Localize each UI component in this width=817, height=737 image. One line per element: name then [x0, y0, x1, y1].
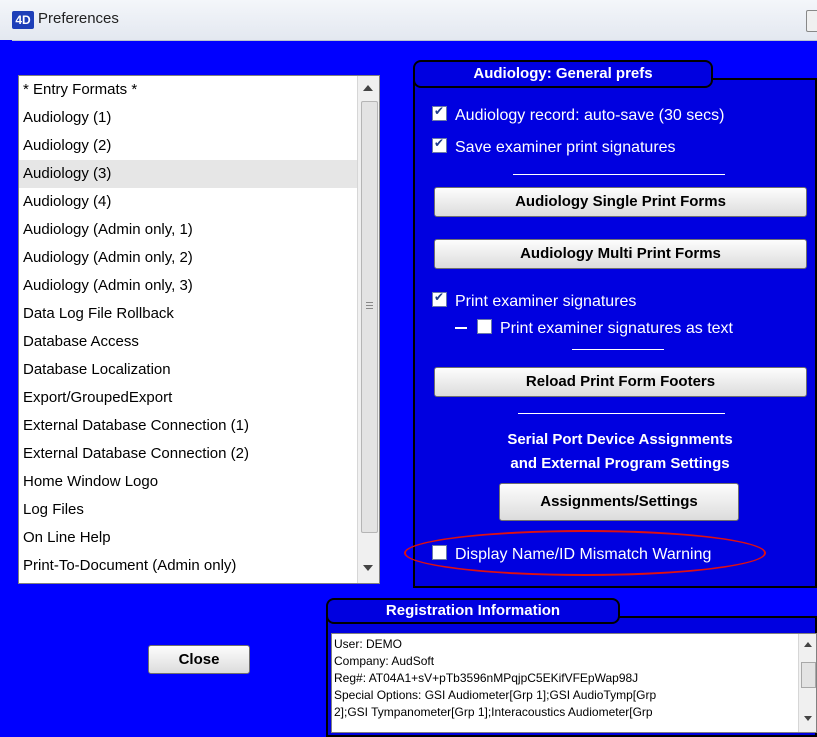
print-signatures-checkbox-row[interactable]: Print examiner signatures [432, 290, 637, 311]
registration-line: User: DEMO [334, 637, 403, 651]
list-item[interactable]: Database Localization [19, 356, 360, 384]
divider [572, 349, 664, 350]
autosave-checkbox[interactable] [432, 104, 447, 121]
indent-dash [455, 327, 467, 329]
list-item[interactable]: Audiology (4) [19, 188, 360, 216]
registration-line: Reg#: AT04A1+sV+pTb3596nMPqjpC5EKifVFEpW… [334, 671, 639, 685]
save-signatures-checkbox-row[interactable]: Save examiner print signatures [432, 136, 676, 157]
registration-info-text[interactable]: User: DEMO Company: AudSoft Reg#: AT04A1… [331, 633, 817, 733]
grip-line [366, 308, 373, 309]
list-item[interactable]: Data Log File Rollback [19, 300, 360, 328]
list-item[interactable]: Audiology (Admin only, 2) [19, 244, 360, 272]
grip-line [366, 305, 373, 306]
list-item-selected[interactable]: Audiology (3) [19, 160, 360, 188]
autosave-label: Audiology record: auto-save (30 secs) [455, 107, 725, 124]
scroll-thumb[interactable] [801, 662, 816, 688]
single-print-forms-button[interactable]: Audiology Single Print Forms [434, 187, 807, 217]
list-item[interactable]: On Line Help [19, 524, 360, 552]
divider [513, 174, 725, 175]
list-item[interactable]: Audiology (Admin only, 3) [19, 272, 360, 300]
print-signatures-checkbox[interactable] [432, 290, 447, 307]
registration-title: Registration Information [326, 598, 620, 624]
registration-scrollbar[interactable] [798, 634, 816, 732]
print-signatures-text-checkbox-row[interactable]: Print examiner signatures as text [455, 319, 733, 338]
list-item[interactable]: Database Access [19, 328, 360, 356]
scroll-up-arrow-icon[interactable] [363, 85, 373, 91]
window-control-button[interactable] [806, 10, 817, 32]
scroll-thumb[interactable] [361, 101, 378, 533]
reload-footers-button[interactable]: Reload Print Form Footers [434, 367, 807, 397]
scroll-down-arrow-icon[interactable] [804, 716, 812, 721]
highlight-annotation-oval [404, 530, 766, 576]
save-signatures-checkbox[interactable] [432, 136, 447, 153]
serial-heading-line2: and External Program Settings [510, 455, 730, 472]
preference-list[interactable]: * Entry Formats * Audiology (1) Audiolog… [18, 75, 380, 584]
serial-heading-line1: Serial Port Device Assignments [507, 431, 733, 448]
scroll-down-arrow-icon[interactable] [363, 565, 373, 571]
scroll-up-arrow-icon[interactable] [804, 642, 812, 647]
window-title: Preferences [38, 10, 119, 27]
save-signatures-label: Save examiner print signatures [455, 139, 676, 156]
general-prefs-title: Audiology: General prefs [413, 60, 713, 88]
list-item[interactable]: Audiology (1) [19, 104, 360, 132]
registration-line: 2];GSI Tympanometer[Grp 1];Interacoustic… [334, 705, 653, 719]
assignments-settings-button[interactable]: Assignments/Settings [499, 483, 739, 521]
print-signatures-label: Print examiner signatures [455, 293, 637, 310]
list-item[interactable]: Home Window Logo [19, 468, 360, 496]
app-4d-icon: 4D [12, 11, 34, 29]
list-item[interactable]: Print-To-Document (Admin only) [19, 552, 360, 580]
list-item[interactable]: External Database Connection (2) [19, 440, 360, 468]
print-signatures-text-checkbox[interactable] [477, 319, 492, 334]
close-button[interactable]: Close [148, 645, 250, 674]
list-item[interactable]: Audiology (Admin only, 1) [19, 216, 360, 244]
divider [518, 413, 725, 414]
list-item[interactable]: Audiology (2) [19, 132, 360, 160]
registration-line: Company: AudSoft [334, 654, 435, 668]
list-item[interactable]: * Entry Formats * [19, 76, 360, 104]
list-item[interactable]: External Database Connection (1) [19, 412, 360, 440]
print-signatures-text-label: Print examiner signatures as text [500, 320, 733, 337]
list-scrollbar[interactable] [357, 76, 379, 583]
multi-print-forms-button[interactable]: Audiology Multi Print Forms [434, 239, 807, 269]
serial-port-heading: Serial Port Device Assignments and Exter… [425, 428, 815, 476]
grip-line [366, 302, 373, 303]
list-item[interactable]: Export/GroupedExport [19, 384, 360, 412]
window-left-edge [0, 40, 12, 737]
registration-line: Special Options: GSI Audiometer[Grp 1];G… [334, 688, 657, 702]
autosave-checkbox-row[interactable]: Audiology record: auto-save (30 secs) [432, 104, 725, 125]
title-bar: 4D Preferences [0, 0, 817, 41]
list-item[interactable]: Log Files [19, 496, 360, 524]
